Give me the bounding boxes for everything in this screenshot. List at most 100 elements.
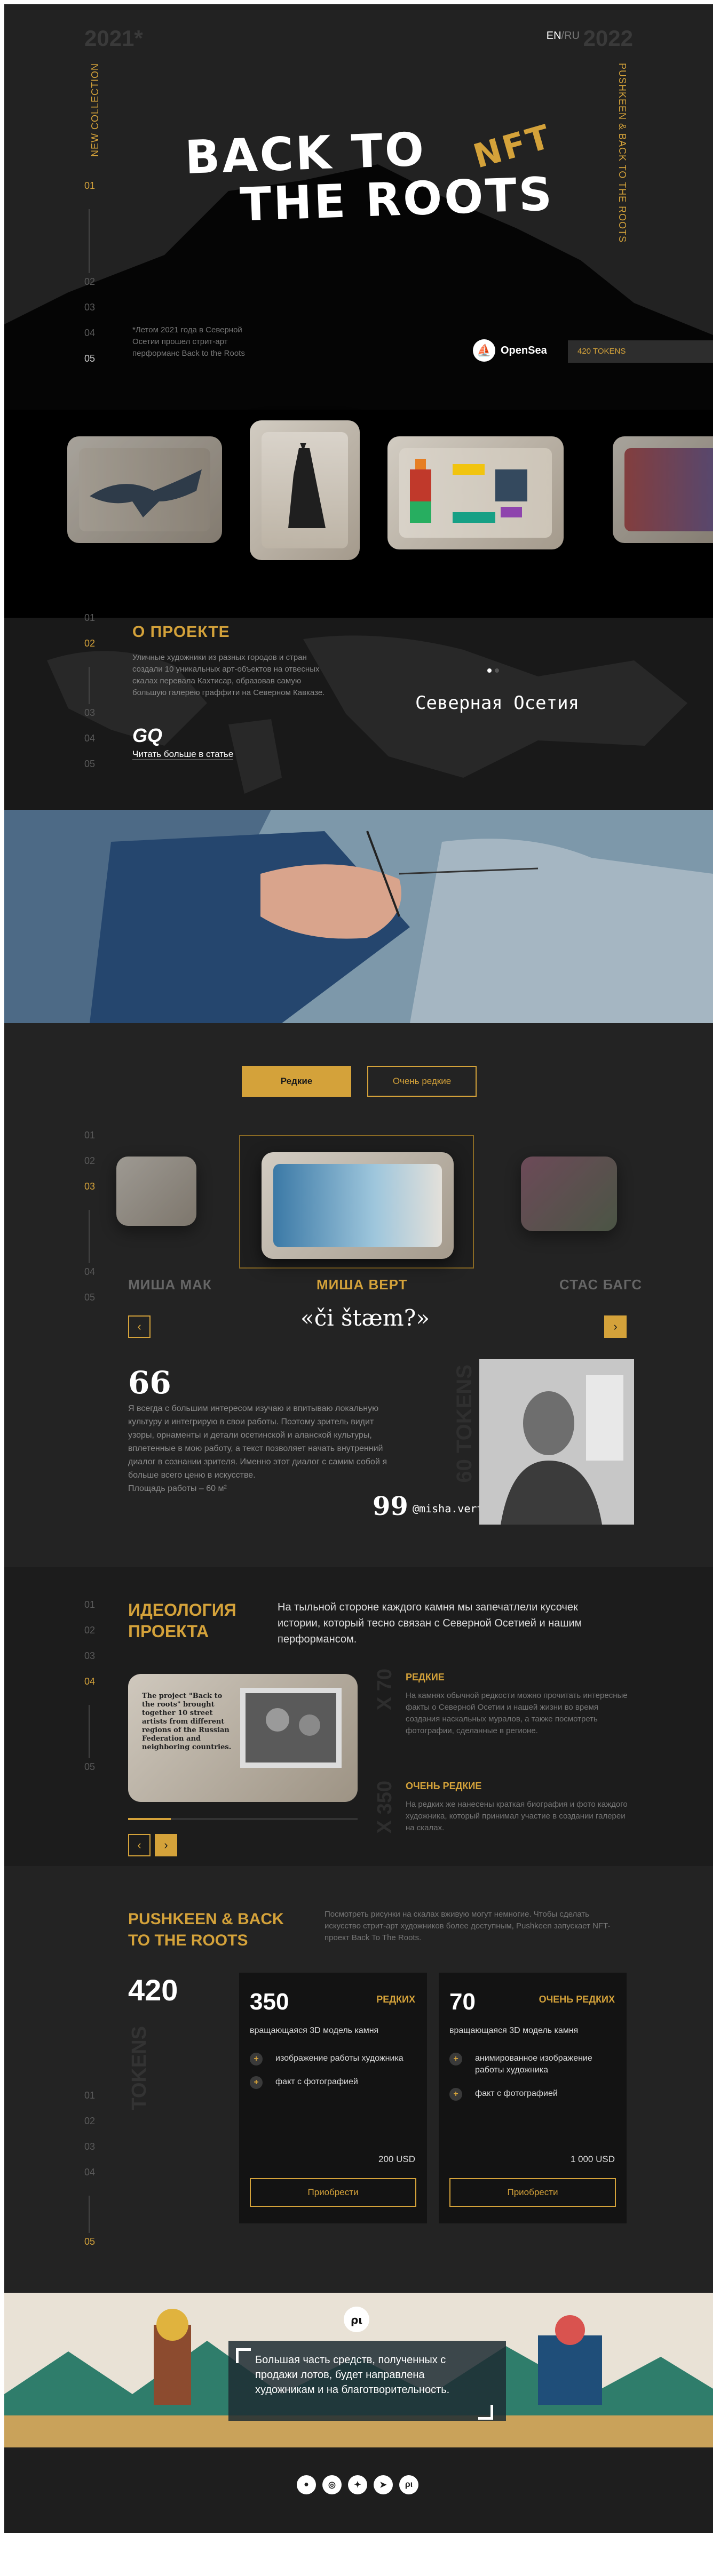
- artist-painting-photo: [4, 810, 713, 1023]
- ideology-section: 01 02 03 04 05 ИДЕОЛОГИЯ ПРОЕКТА На тыль…: [4, 1567, 713, 1866]
- gallery-next-button[interactable]: ›: [604, 1315, 627, 1338]
- stone-card[interactable]: [613, 436, 713, 543]
- card-kind: РЕДКИХ: [376, 1994, 415, 2005]
- gallery-prev-button[interactable]: ‹: [128, 1315, 151, 1338]
- token-card-rare: 350 РЕДКИХ вращающаяся 3D модель камня и…: [239, 1973, 427, 2223]
- very-rare-text: На редких же нанесены краткая биография …: [406, 1800, 628, 1832]
- gallery-stone-active-frame[interactable]: [239, 1135, 474, 1269]
- card-feature: изображение работы художника: [250, 2053, 410, 2065]
- nav-num-01[interactable]: 01: [84, 180, 95, 206]
- gallery-stone-next[interactable]: [521, 1157, 617, 1231]
- instagram-icon[interactable]: ◎: [322, 2475, 342, 2494]
- tokens-title: PUSHKEEN & BACK TO THE ROOTS: [128, 1910, 284, 1949]
- nav-num-04[interactable]: 04: [84, 1676, 95, 1702]
- very-rare-title: ОЧЕНЬ РЕДКИЕ: [406, 1781, 482, 1791]
- nav-num-03[interactable]: 03: [84, 1650, 95, 1676]
- ideology-section-nav: 01 02 03 04 05: [84, 1599, 95, 1787]
- nav-line: [89, 2196, 90, 2233]
- year-left: 2021*: [84, 26, 143, 51]
- buy-button[interactable]: Приобрести: [250, 2178, 416, 2207]
- ideology-prev-button[interactable]: ‹: [128, 1834, 151, 1856]
- card-price: 200 USD: [378, 2154, 415, 2164]
- nav-num-01[interactable]: 01: [84, 2090, 95, 2116]
- artist-handle[interactable]: @misha.vert: [413, 1502, 483, 1515]
- lang-en[interactable]: EN: [547, 30, 561, 42]
- card-count: 70: [449, 1989, 476, 2015]
- nav-num-02[interactable]: 02: [84, 1625, 95, 1650]
- nav-num-02[interactable]: 02: [84, 638, 95, 664]
- nav-num-05[interactable]: 05: [84, 759, 95, 784]
- map-dot: [495, 668, 499, 673]
- about-section-nav: 01 02 03 04 05: [84, 612, 95, 784]
- nav-line: [89, 1705, 90, 1758]
- nav-num-02[interactable]: 02: [84, 276, 95, 302]
- stones-carousel[interactable]: [4, 420, 713, 580]
- about-text: Уличные художники из разных городов и ст…: [132, 653, 325, 697]
- lang-ru[interactable]: RU: [564, 30, 580, 42]
- buy-button[interactable]: Приобрести: [449, 2178, 616, 2207]
- rare-count: X 70: [374, 1669, 396, 1711]
- pushkeen-icon[interactable]: ρι: [399, 2475, 418, 2494]
- card-price: 1 000 USD: [570, 2154, 615, 2164]
- nav-num-04[interactable]: 04: [84, 2167, 95, 2192]
- nav-line: [89, 667, 90, 704]
- read-more-link[interactable]: Читать больше в статье: [132, 749, 234, 760]
- stone-card[interactable]: [250, 420, 360, 560]
- ideology-progress-fill: [128, 1818, 171, 1820]
- artist-name[interactable]: СТАС БАГС: [559, 1277, 642, 1293]
- rarity-tabs: Редкие Очень редкие: [242, 1066, 477, 1097]
- nav-num-05[interactable]: 05: [84, 1292, 95, 1318]
- ideology-lead: На тыльной стороне каждого камня мы запе…: [278, 1601, 582, 1645]
- nav-num-05[interactable]: 05: [84, 353, 95, 379]
- ideology-title: ИДЕОЛОГИЯ ПРОЕКТА: [128, 1600, 236, 1641]
- artist-name-active[interactable]: МИША ВЕРТ: [317, 1277, 407, 1293]
- very-rare-count: X 350: [374, 1781, 396, 1834]
- nav-num-03[interactable]: 03: [84, 707, 95, 733]
- card-features: анимированное изображение работы художни…: [449, 2053, 610, 2111]
- language-switch[interactable]: EN/RU: [547, 30, 580, 42]
- artist-photo: [479, 1359, 634, 1525]
- artist-tokens-count: 60 TOKENS: [453, 1365, 476, 1483]
- stone-card[interactable]: [67, 436, 222, 543]
- card-kind: ОЧЕНЬ РЕДКИХ: [539, 1994, 615, 2005]
- stone-card[interactable]: [262, 1152, 454, 1259]
- nav-num-01[interactable]: 01: [84, 1599, 95, 1625]
- nav-num-02[interactable]: 02: [84, 1155, 95, 1181]
- brand-vertical-label: PUSHKEEN & BACK TO THE ROOTS: [617, 63, 628, 243]
- tokens-vertical-label: TOKENS: [128, 2026, 151, 2110]
- hero-title: BACK TO THE ROOTS NFT: [184, 117, 556, 232]
- reddit-icon[interactable]: ●: [297, 2475, 316, 2494]
- nav-num-04[interactable]: 04: [84, 328, 95, 353]
- nav-num-01[interactable]: 01: [84, 612, 95, 638]
- nav-num-04[interactable]: 04: [84, 1266, 95, 1292]
- artist-quote-text: Я всегда с большим интересом изучаю и вп…: [128, 1404, 387, 1480]
- nav-num-03[interactable]: 03: [84, 1181, 95, 1207]
- tab-very-rare[interactable]: Очень редкие: [367, 1066, 477, 1097]
- ideology-stone[interactable]: The project "Back to the roots" brought …: [128, 1674, 358, 1802]
- nav-line: [89, 1210, 90, 1263]
- artist-name[interactable]: МИША МАК: [128, 1277, 212, 1293]
- rare-title: РЕДКИЕ: [406, 1672, 445, 1682]
- map-dots: [487, 668, 499, 673]
- world-map: [47, 635, 687, 794]
- tab-rare[interactable]: Редкие: [242, 1066, 351, 1097]
- tokens-section: PUSHKEEN & BACK TO THE ROOTS Посмотреть …: [4, 1866, 713, 2293]
- bracket-top-left: [236, 2348, 251, 2363]
- nav-num-03[interactable]: 03: [84, 2141, 95, 2167]
- nav-num-01[interactable]: 01: [84, 1130, 95, 1155]
- opensea-link[interactable]: ⛵ OpenSea: [473, 339, 547, 362]
- card-feature: факт с фотографией: [250, 2076, 410, 2089]
- about-section: 01 02 03 04 05 О ПРОЕКТЕ Уличные художни…: [4, 612, 713, 810]
- nav-num-05[interactable]: 05: [84, 1761, 95, 1787]
- nav-num-02[interactable]: 02: [84, 2116, 95, 2141]
- social-links: ● ◎ ✦ ➤ ρι: [297, 2475, 418, 2494]
- nav-num-04[interactable]: 04: [84, 733, 95, 759]
- nav-num-03[interactable]: 03: [84, 302, 95, 328]
- telegram-icon[interactable]: ➤: [374, 2475, 393, 2494]
- twitter-icon[interactable]: ✦: [348, 2475, 367, 2494]
- stone-card[interactable]: [387, 436, 564, 549]
- nav-num-05[interactable]: 05: [84, 2236, 95, 2262]
- tokens-desc: Посмотреть рисунки на скалах вживую могу…: [325, 1910, 611, 1942]
- ideology-next-button[interactable]: ›: [155, 1834, 177, 1856]
- gallery-stone-prev[interactable]: [116, 1157, 196, 1226]
